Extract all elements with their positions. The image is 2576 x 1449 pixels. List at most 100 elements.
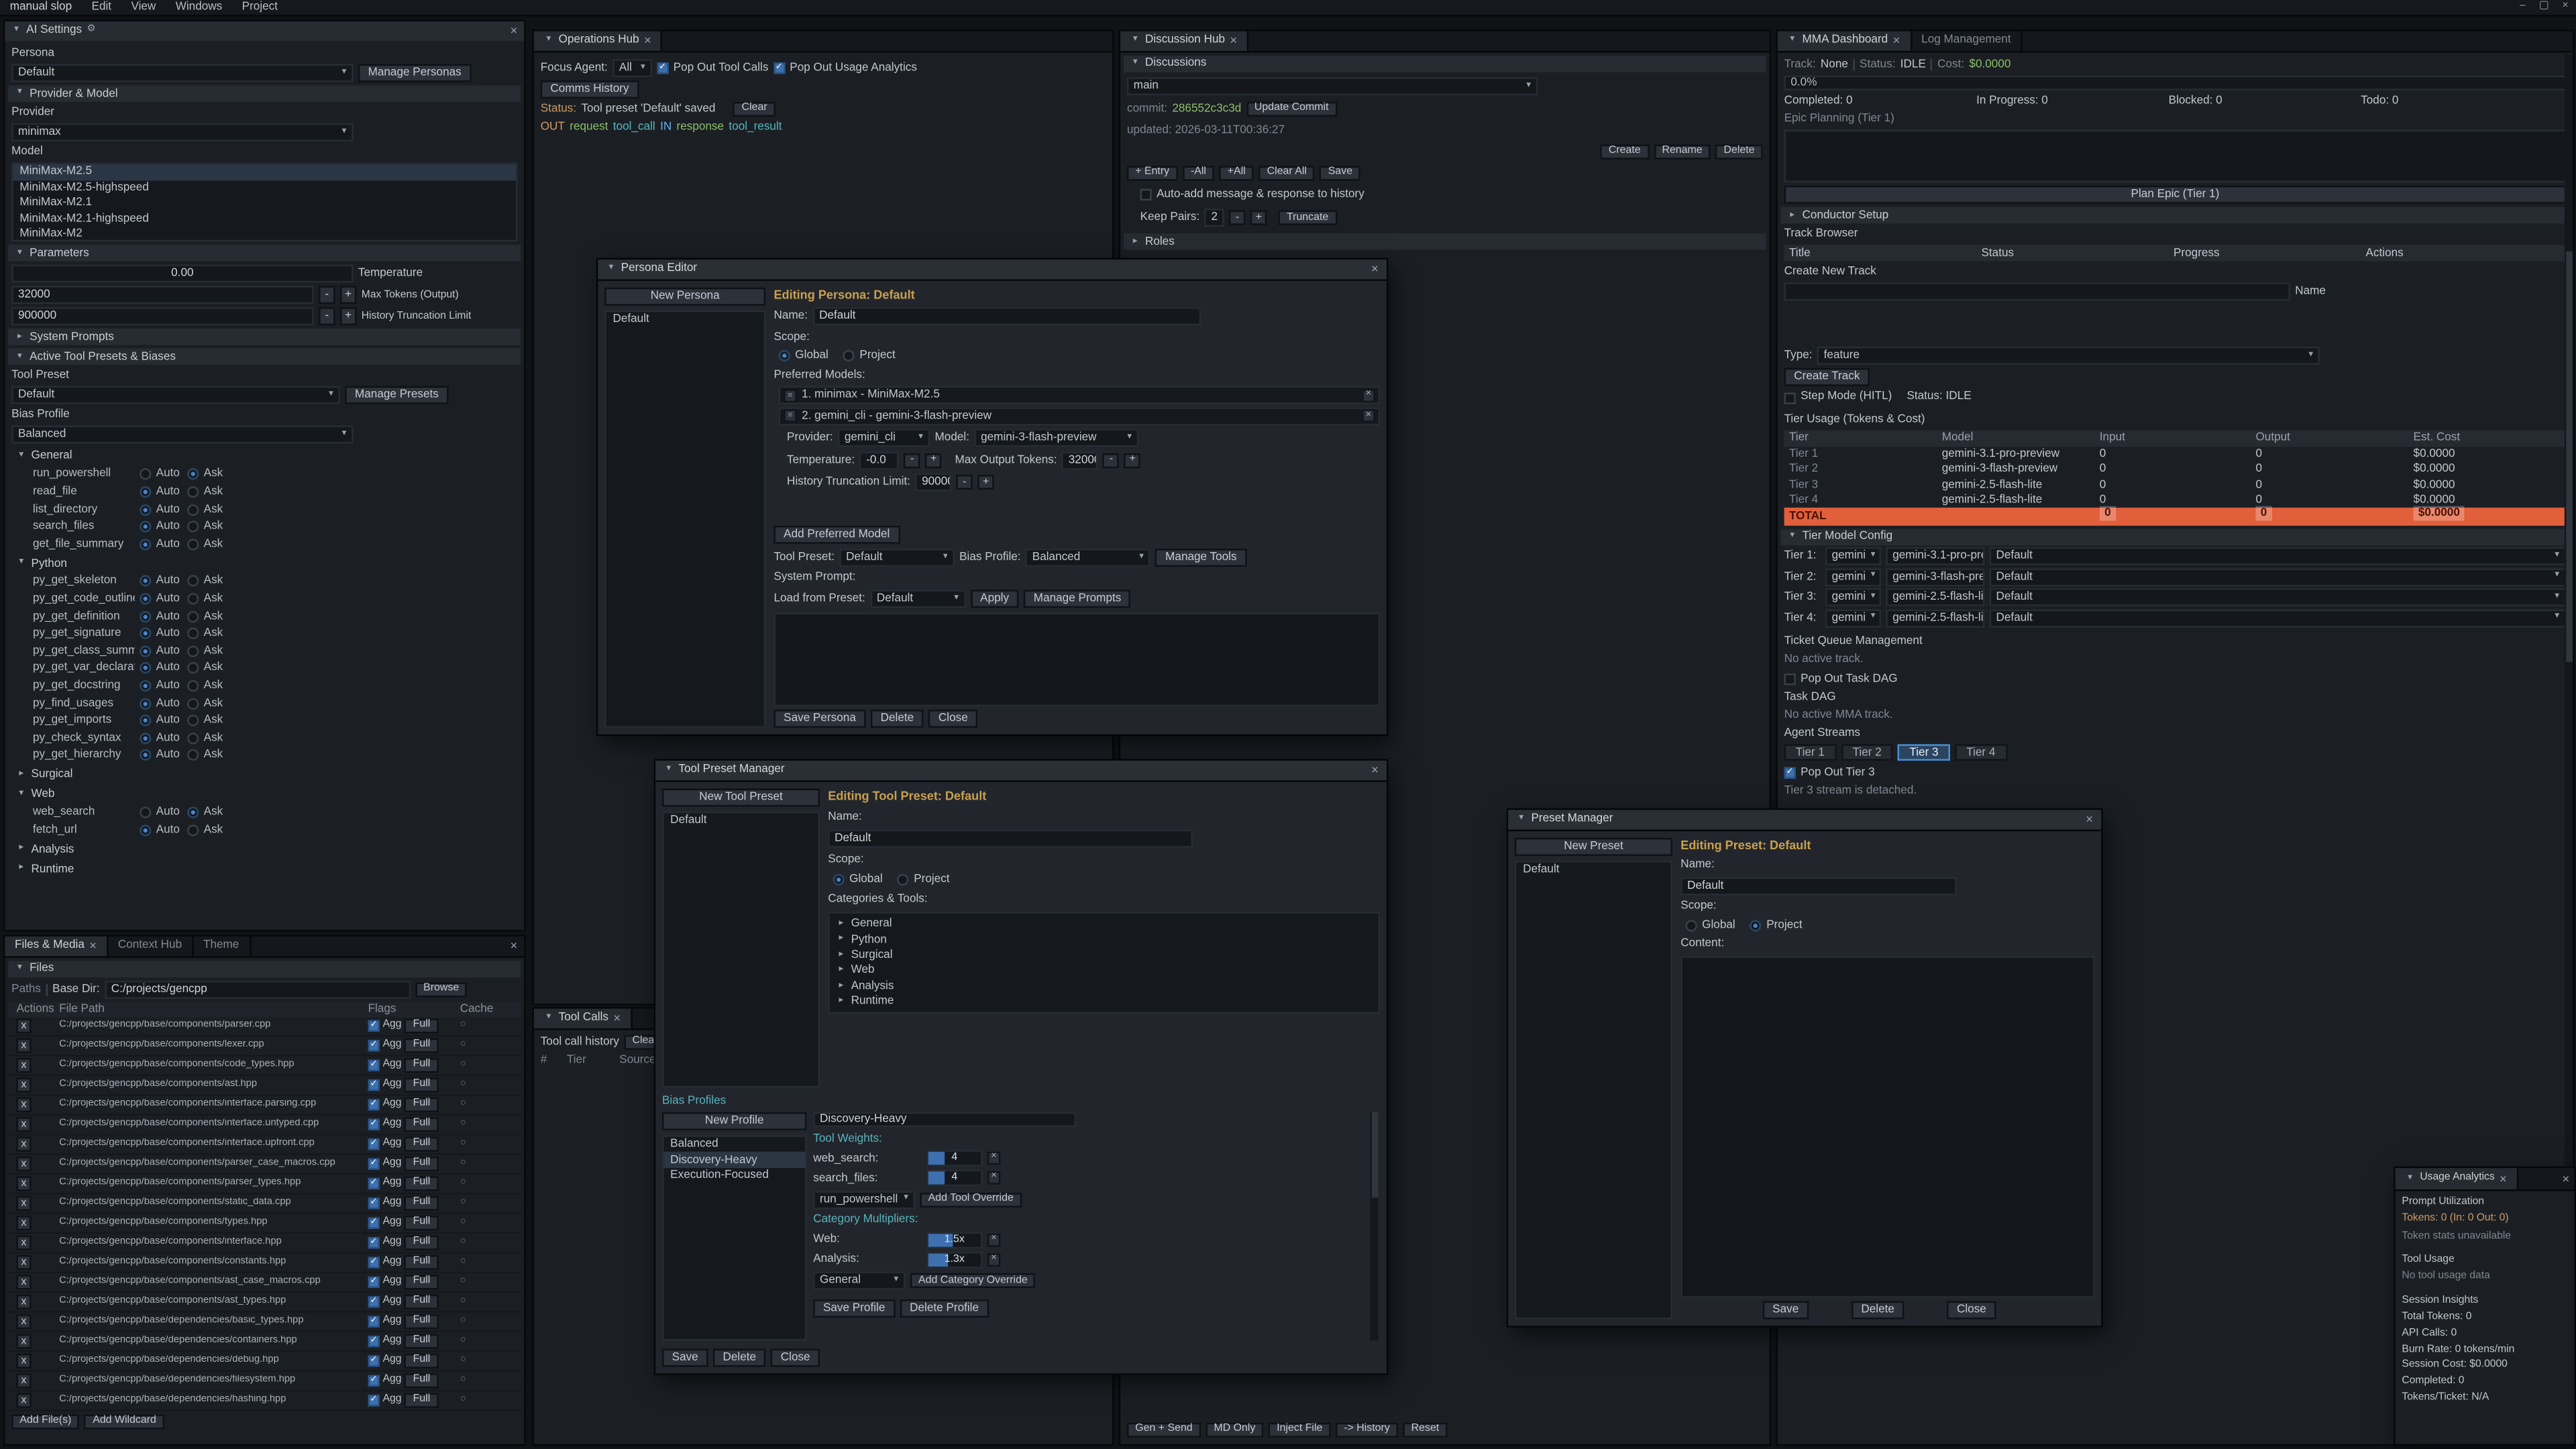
- category-tree-item[interactable]: Web: [830, 963, 1379, 979]
- full-button[interactable]: Full: [405, 1038, 438, 1053]
- remove-override-icon[interactable]: [987, 1152, 1001, 1165]
- close-dialog-icon[interactable]: [1371, 764, 1379, 776]
- remove-file-button[interactable]: x: [16, 1098, 31, 1113]
- composer-button[interactable]: MD Only: [1205, 1423, 1263, 1438]
- decrement-button[interactable]: -: [1229, 211, 1245, 225]
- full-button[interactable]: Full: [405, 1176, 438, 1191]
- full-button[interactable]: Full: [405, 1334, 438, 1349]
- category-tree-item[interactable]: General: [830, 917, 1379, 932]
- increment-button[interactable]: +: [1250, 211, 1267, 225]
- tab-tool-calls[interactable]: Tool Calls: [534, 1009, 632, 1028]
- full-button[interactable]: Full: [405, 1058, 438, 1073]
- full-button[interactable]: Full: [405, 1157, 438, 1171]
- track-name-input[interactable]: [1784, 283, 2290, 301]
- stream-tab[interactable]: Tier 3: [1898, 745, 1949, 761]
- provider-select[interactable]: gemini_cli: [838, 429, 930, 447]
- auto-radio[interactable]: [140, 486, 151, 498]
- auto-radio[interactable]: [140, 698, 151, 709]
- stream-tab[interactable]: Tier 2: [1841, 745, 1892, 761]
- scrollbar[interactable]: [1370, 1112, 1378, 1340]
- ask-radio[interactable]: [187, 539, 199, 550]
- ai-settings-header[interactable]: AI Settings: [5, 21, 524, 41]
- tab-context-hub[interactable]: Context Hub: [108, 936, 193, 956]
- remove-file-button[interactable]: x: [16, 1118, 31, 1132]
- gear-icon[interactable]: [87, 25, 95, 38]
- auto-radio[interactable]: [140, 593, 151, 604]
- close-tab-icon[interactable]: [613, 1012, 621, 1024]
- agg-checkbox[interactable]: [368, 1395, 380, 1406]
- agg-checkbox[interactable]: [368, 1296, 380, 1307]
- composer-button[interactable]: -> History: [1336, 1423, 1398, 1438]
- new-preset-button[interactable]: New Preset: [1515, 838, 1672, 856]
- persona-list-item[interactable]: Default: [606, 312, 764, 327]
- full-button[interactable]: Full: [405, 1078, 438, 1093]
- add-category-select[interactable]: General: [813, 1272, 905, 1290]
- menu-item[interactable]: Windows: [166, 0, 232, 15]
- tier-provider-select[interactable]: gemini: [1825, 547, 1881, 566]
- provider-select[interactable]: minimax: [11, 123, 353, 142]
- tool-category-header[interactable]: Python: [11, 555, 517, 573]
- remove-file-button[interactable]: x: [16, 1216, 31, 1231]
- tier-provider-select[interactable]: gemini: [1825, 609, 1881, 627]
- apply-button[interactable]: Apply: [970, 590, 1018, 608]
- remove-file-button[interactable]: x: [16, 1236, 31, 1251]
- reorder-handle-icon[interactable]: [784, 389, 797, 402]
- delete-persona-button[interactable]: Delete: [871, 710, 924, 728]
- remove-file-button[interactable]: x: [16, 1197, 31, 1212]
- manage-presets-button[interactable]: Manage Presets: [345, 386, 448, 405]
- remove-file-button[interactable]: x: [16, 1374, 31, 1389]
- scope-global-radio[interactable]: [779, 350, 790, 362]
- remove-file-button[interactable]: x: [16, 1059, 31, 1073]
- auto-radio[interactable]: [140, 824, 151, 836]
- close-tab-icon[interactable]: [89, 940, 97, 952]
- decrement-button[interactable]: -: [1103, 453, 1119, 468]
- close-button[interactable]: Close: [771, 1349, 820, 1367]
- content-textarea[interactable]: [1680, 956, 2094, 1297]
- increment-button[interactable]: +: [925, 453, 941, 468]
- agg-checkbox[interactable]: [368, 1336, 380, 1347]
- agg-checkbox[interactable]: [368, 1197, 380, 1209]
- increment-button[interactable]: +: [340, 286, 356, 305]
- add-files-button[interactable]: Add File(s): [11, 1415, 79, 1430]
- agg-checkbox[interactable]: [368, 1355, 380, 1366]
- decrement-button[interactable]: -: [957, 476, 973, 490]
- conductor-setup-header[interactable]: Conductor Setup: [1781, 207, 2570, 223]
- close-tab-icon[interactable]: [1230, 35, 1237, 47]
- category-multiplier-slider[interactable]: 1.5x: [926, 1232, 982, 1248]
- tier-model-config-header[interactable]: Tier Model Config: [1781, 529, 2570, 545]
- ask-radio[interactable]: [187, 504, 199, 515]
- tab-theme[interactable]: Theme: [193, 936, 250, 956]
- agg-checkbox[interactable]: [368, 1277, 380, 1288]
- tool-category-header[interactable]: Runtime: [11, 860, 517, 878]
- model-option[interactable]: MiniMax-M2: [13, 227, 516, 242]
- tab-discussion-hub[interactable]: Discussion Hub: [1120, 32, 1248, 51]
- entry-button[interactable]: Save: [1320, 166, 1361, 181]
- tier-preset-select[interactable]: Default: [1990, 547, 2567, 566]
- new-profile-button[interactable]: New Profile: [662, 1112, 807, 1130]
- preset-list-item[interactable]: Default: [1516, 863, 1670, 878]
- focus-agent-select[interactable]: All: [612, 59, 652, 77]
- agg-checkbox[interactable]: [368, 1316, 380, 1328]
- save-profile-button[interactable]: Save Profile: [813, 1299, 895, 1318]
- add-category-override-button[interactable]: Add Category Override: [910, 1274, 1036, 1289]
- epic-planning-textarea[interactable]: [1784, 130, 2567, 182]
- increment-button[interactable]: +: [340, 308, 356, 326]
- remove-file-button[interactable]: x: [16, 1315, 31, 1330]
- ask-radio[interactable]: [187, 610, 199, 622]
- remove-file-button[interactable]: x: [16, 1354, 31, 1369]
- full-button[interactable]: Full: [405, 1097, 438, 1112]
- history-limit-input[interactable]: 900000: [11, 308, 314, 326]
- entry-button[interactable]: + Entry: [1127, 166, 1177, 181]
- preset-name-input[interactable]: Default: [828, 829, 1193, 847]
- ask-radio[interactable]: [187, 469, 199, 480]
- ask-radio[interactable]: [187, 733, 199, 744]
- ask-radio[interactable]: [187, 593, 199, 604]
- close-dialog-icon[interactable]: [1371, 263, 1379, 275]
- entry-button[interactable]: -All: [1183, 166, 1214, 181]
- stream-tab[interactable]: Tier 1: [1784, 745, 1836, 761]
- tab-log-management[interactable]: Log Management: [1911, 32, 2022, 51]
- model-option[interactable]: MiniMax-M2.5: [13, 165, 516, 180]
- full-button[interactable]: Full: [405, 1236, 438, 1250]
- save-button[interactable]: Save: [1762, 1301, 1808, 1320]
- tool-weight-slider[interactable]: 4: [926, 1170, 982, 1186]
